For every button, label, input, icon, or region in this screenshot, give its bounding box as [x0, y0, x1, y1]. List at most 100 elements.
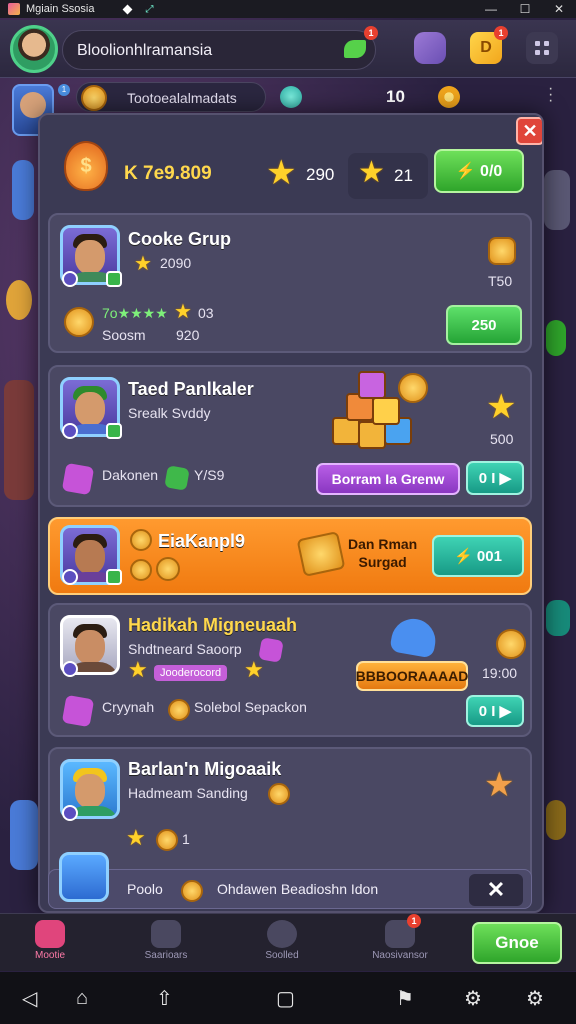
window-title: Mgiain Ssosia — [26, 3, 95, 15]
notification-badge: 1 — [364, 26, 378, 40]
flower-icon[interactable] — [438, 86, 460, 108]
flag-icon[interactable]: ⚑ — [396, 986, 414, 1011]
coin-count: 1 — [182, 831, 190, 847]
arrow-icon: ⤢ — [145, 3, 154, 15]
board-button[interactable]: BBBOORAAAAD — [356, 661, 468, 691]
side-badge: 1 — [58, 84, 70, 96]
purple-gem-icon — [61, 462, 95, 496]
nav-tools[interactable]: Soolled — [242, 920, 322, 961]
leaf-icon — [344, 40, 366, 58]
username: Bloolionhlramansia — [77, 42, 213, 59]
green-leaf-button[interactable]: 1 — [340, 26, 378, 64]
player-card-4[interactable]: Hadikah Migneuaah Shdtneard Saoorp ★ Joo… — [48, 603, 532, 737]
claim-button[interactable]: ⚡ 001 — [432, 535, 524, 577]
star-icon: ★ — [134, 253, 152, 275]
coin-pill[interactable]: Tootoealalmadats — [76, 82, 266, 112]
star-icon: ★ — [484, 766, 515, 804]
coin-icon — [268, 783, 290, 805]
right-decoration-2 — [546, 320, 566, 356]
settings-icon[interactable]: ⚙ — [464, 986, 482, 1011]
line-b: Solebol Sepackon — [194, 699, 307, 715]
stars-label: 7o★★★★ — [102, 305, 168, 321]
nav-label: Saarioars — [144, 950, 188, 961]
username-pill[interactable]: Bloolionhlramansia — [62, 30, 376, 70]
grid-menu-button[interactable] — [526, 32, 558, 64]
notification-badge: 1 — [407, 914, 421, 928]
purple-gem-icon — [61, 694, 95, 728]
modal-summary: $ K 7e9.809 ★ 290 ★ 21 ⚡ 0/0 — [40, 135, 542, 219]
coin-icon — [496, 629, 526, 659]
star-icon: ★ — [128, 657, 148, 682]
claim-button[interactable]: 250 — [446, 305, 522, 345]
nav-label: Mootie — [34, 950, 65, 961]
play-button[interactable]: 0 I ▶ — [466, 695, 524, 727]
go-button[interactable]: Gnoe — [472, 922, 562, 964]
badge-icon — [62, 805, 78, 821]
more-menu-icon[interactable]: · · · — [548, 81, 554, 109]
play-button[interactable]: 0 I ▶ — [466, 461, 524, 495]
close-window-button[interactable]: ✕ — [542, 2, 576, 16]
rewards-modal: ✕ $ K 7e9.809 ★ 290 ★ 21 ⚡ 0/0 Cooke Gru… — [38, 113, 544, 913]
notice-text: Ohdawen Beadioshn Idon — [217, 881, 379, 897]
notice-bar: Poolo Ohdawen Beadioshn Idon ✕ — [48, 852, 532, 909]
home-icon[interactable]: ⌂ — [76, 987, 88, 1010]
notice-close-button[interactable]: ✕ — [469, 874, 523, 906]
line-a: Cryynah — [102, 699, 155, 715]
teal-gem-icon[interactable] — [280, 86, 302, 108]
recents-icon[interactable]: ▢ — [276, 986, 295, 1011]
star-icon: ★ — [486, 388, 517, 426]
gold-gem-icon — [488, 237, 516, 265]
promo-text: Dan Rman Surgad — [348, 536, 418, 570]
card-subtitle: Hadmeam Sanding — [128, 785, 248, 801]
top-claim-button[interactable]: ⚡ 0/0 — [434, 149, 524, 193]
badge-icon — [106, 569, 122, 585]
left-decoration-4 — [10, 800, 38, 870]
chat-button[interactable] — [414, 32, 446, 64]
users-icon — [151, 920, 181, 948]
app-icon — [8, 3, 20, 15]
minimize-button[interactable]: — — [474, 2, 508, 16]
right-decoration-3 — [546, 600, 570, 636]
share-icon[interactable]: ⇧ — [156, 986, 173, 1011]
card-subtitle: Srealk Svddy — [128, 405, 211, 421]
dice-button[interactable]: D 1 — [470, 26, 508, 64]
nav-label: Soolled — [265, 950, 299, 961]
star-icon: ★ — [266, 154, 297, 192]
badge-icon — [62, 661, 78, 677]
badge-icon — [106, 271, 122, 287]
home-icon — [35, 920, 65, 948]
coin-icon — [168, 699, 190, 721]
nav-search[interactable]: Saarioars — [126, 920, 206, 961]
coin-icon — [130, 559, 152, 581]
nav-messages[interactable]: 1 Naosivansor — [360, 914, 440, 961]
player-card-3-highlighted[interactable]: EiaKanpl9 Dan Rman Surgad ⚡ 001 — [48, 517, 532, 595]
notification-badge: 1 — [494, 26, 508, 40]
plus-icon — [130, 529, 152, 551]
card-title: Cooke Grup — [128, 229, 232, 249]
badge-icon — [62, 569, 78, 585]
back-icon[interactable]: ◁ — [22, 986, 37, 1011]
player-card-2[interactable]: Taed Panlkaler Srealk Svddy Dakonen Y/S9… — [48, 365, 532, 507]
notice-avatar — [59, 852, 109, 902]
wrench-icon — [267, 920, 297, 948]
invite-button[interactable]: Borram Ia Grenw — [316, 463, 460, 495]
line2-b: 920 — [176, 327, 200, 343]
coin-text: Tootoealalmadats — [127, 90, 237, 106]
left-decoration-3 — [4, 380, 34, 500]
nav-home[interactable]: Mootie — [10, 920, 90, 961]
star-value-2: 21 — [394, 166, 413, 185]
card-title: Hadikah Migneuaah — [128, 615, 298, 635]
card-subtitle: Shdtneard Saoorp — [128, 641, 242, 657]
bottom-nav: Mootie Saarioars Soolled 1 Naosivansor G… — [0, 913, 576, 971]
money-bag-icon: $ — [64, 141, 108, 191]
player-card-1[interactable]: Cooke Grup ★ 2090 7o★★★★ ★ 03 Soosm 920 … — [48, 213, 532, 353]
maximize-button[interactable]: ☐ — [508, 2, 542, 16]
line-b: Y/S9 — [194, 467, 225, 483]
left-decoration-1 — [12, 160, 34, 220]
gear-icon[interactable]: ⚙ — [526, 986, 544, 1011]
player-avatar[interactable] — [10, 25, 58, 73]
nav-label: Naosivansor — [372, 950, 428, 961]
stars-num: 03 — [198, 305, 214, 321]
diamond-icon — [123, 4, 133, 14]
card-title: Taed Panlkaler — [128, 379, 254, 399]
